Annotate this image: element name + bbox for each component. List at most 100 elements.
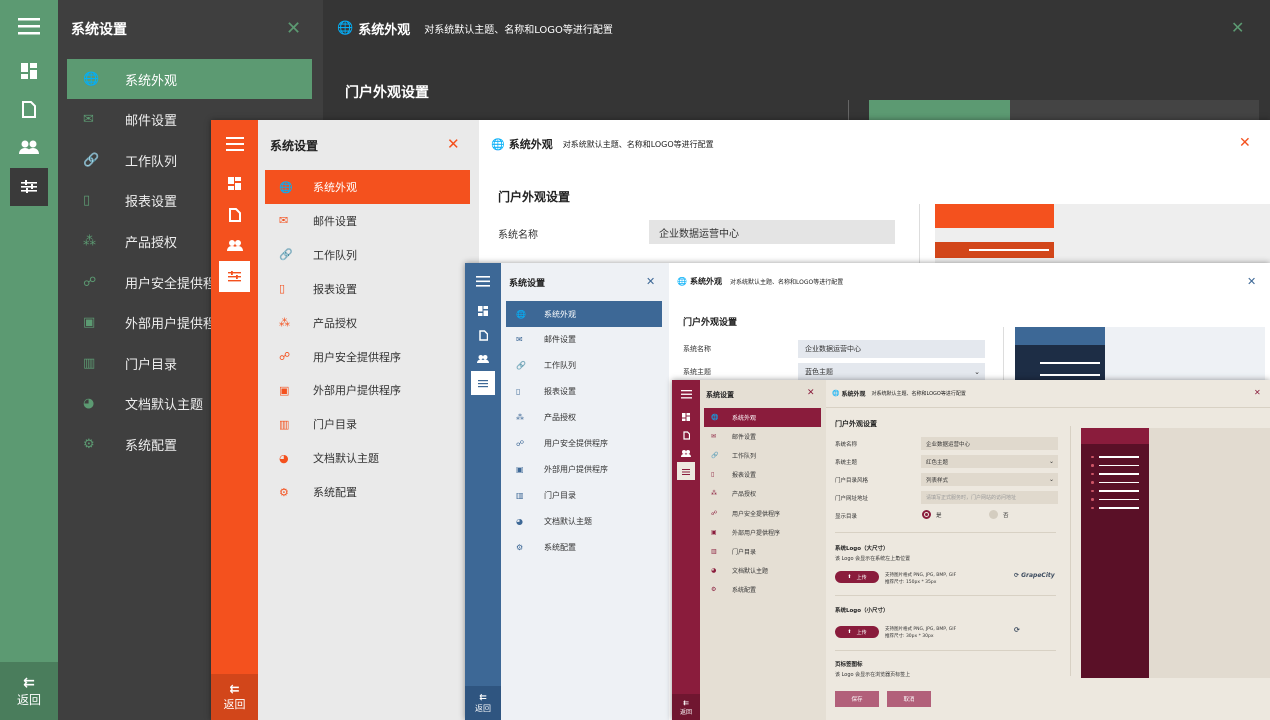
nav-item-5[interactable]: ☍ 用户安全提供程序 (704, 504, 821, 523)
nav-title: 系统设置 (270, 139, 319, 153)
back-label: 返回 (223, 698, 246, 711)
nav-item-5[interactable]: ☍ 用户安全提供程序 (506, 431, 662, 457)
settings-sliders-icon[interactable] (219, 261, 250, 292)
users-icon[interactable] (672, 444, 700, 462)
back-button[interactable]: ⇇ 返回 (0, 662, 58, 720)
nav-item-6[interactable]: ▣ 外部用户提供程序 (265, 373, 470, 407)
section-title: 门户外观设置 (345, 85, 429, 101)
radio-no[interactable]: 否 (989, 510, 1009, 519)
close-icon[interactable]: ✕ (646, 275, 655, 288)
nav-item-6[interactable]: ▣ 外部用户提供程序 (704, 523, 821, 542)
menu-style-select[interactable]: 列表样式 ⌄ (921, 473, 1058, 486)
nav-item-1[interactable]: ✉ 邮件设置 (265, 204, 470, 238)
nav-item-1[interactable]: ✉ 邮件设置 (704, 427, 821, 446)
users-icon[interactable] (0, 128, 58, 166)
nav-item-0[interactable]: 🌐 系统外观 (506, 301, 662, 327)
nav-item-4[interactable]: ⁂ 产品授权 (506, 405, 662, 431)
dashboard-icon[interactable] (672, 408, 700, 426)
preview-menu-line (1099, 507, 1139, 509)
document-icon[interactable] (465, 323, 501, 347)
menu-icon[interactable] (672, 380, 700, 408)
upload-button[interactable]: ⬆ 上传 (835, 571, 879, 583)
nav-item-9[interactable]: ⚙ 系统配置 (265, 475, 470, 509)
nav-item-0[interactable]: 🌐 系统外观 (265, 170, 470, 204)
dashboard-icon[interactable] (211, 168, 258, 199)
menu-icon[interactable] (0, 0, 58, 52)
close-icon[interactable]: ✕ (1254, 388, 1261, 397)
name-input[interactable]: 企业数据运营中心 (798, 340, 985, 358)
settings-sliders-icon[interactable] (471, 371, 495, 395)
nav-item-7[interactable]: ▥ 门户目录 (265, 407, 470, 441)
theme-select[interactable]: 红色主题 ⌄ (921, 455, 1058, 468)
document-icon[interactable] (211, 199, 258, 230)
nav-item-4[interactable]: ⁂ 产品授权 (704, 484, 821, 503)
nav-item-2[interactable]: 🔗 工作队列 (265, 238, 470, 272)
nav-item-1[interactable]: ✉ 邮件设置 (506, 327, 662, 353)
close-icon[interactable]: ✕ (1239, 135, 1251, 151)
nav-item-3[interactable]: ▯ 报表设置 (265, 272, 470, 306)
nav-item-label: 系统配置 (313, 486, 357, 500)
radio-yes[interactable]: 是 (922, 510, 942, 519)
save-button[interactable]: 保存 (835, 691, 879, 707)
external-user-icon: ▣ (83, 315, 96, 331)
nav-item-8[interactable]: ◕ 文档默认主题 (506, 508, 662, 534)
users-icon[interactable] (211, 230, 258, 261)
cancel-button[interactable]: 取消 (887, 691, 931, 707)
name-input[interactable]: 企业数据运营中心 (921, 437, 1058, 450)
back-button[interactable]: ⇇ 返回 (211, 674, 258, 720)
settings-sliders-icon[interactable] (10, 168, 48, 206)
back-button[interactable]: ⇇ 返回 (672, 694, 700, 720)
menu-icon[interactable] (211, 120, 258, 168)
nav-item-0[interactable]: 🌐 系统外观 (704, 408, 821, 427)
nav-item-label: 外部用户提供程序 (313, 384, 401, 398)
nav-item-2[interactable]: 🔗 工作队列 (704, 446, 821, 465)
upload-button[interactable]: ⬆ 上传 (835, 626, 879, 638)
close-icon[interactable]: ✕ (286, 18, 301, 39)
nav-item-8[interactable]: ◕ 文档默认主题 (265, 441, 470, 475)
close-icon[interactable]: ✕ (807, 388, 815, 398)
nav-item-6[interactable]: ▣ 外部用户提供程序 (506, 456, 662, 482)
nav-item-7[interactable]: ▥ 门户目录 (506, 482, 662, 508)
nav-item-2[interactable]: 🔗 工作队列 (506, 353, 662, 379)
section-title: 门户外观设置 (835, 420, 877, 428)
preview-menu-line (1099, 456, 1139, 458)
nav-item-9[interactable]: ⚙ 系统配置 (704, 580, 821, 599)
cancel-label: 取消 (903, 697, 915, 703)
dashboard-icon[interactable] (465, 299, 501, 323)
logo-large-title: 系统Logo（大尺寸） (835, 546, 889, 552)
users-icon[interactable] (465, 347, 501, 371)
nav-item-label: 工作队列 (732, 453, 757, 461)
nav-item-label: 门户目录 (732, 548, 757, 556)
nav-item-8[interactable]: ◕ 文档默认主题 (704, 561, 821, 580)
nav-item-5[interactable]: ☍ 用户安全提供程序 (265, 340, 470, 374)
globe-icon: 🌐 (83, 71, 100, 87)
license-icon: ⁂ (83, 233, 96, 249)
settings-sliders-icon[interactable] (677, 462, 695, 480)
close-icon[interactable]: ✕ (447, 135, 460, 153)
nav-item-label: 产品授权 (544, 413, 576, 423)
close-icon[interactable]: ✕ (1231, 18, 1244, 37)
dashboard-icon[interactable] (0, 52, 58, 90)
url-input[interactable]: 请填写正式服务时，门户网站的访问地址 (921, 491, 1058, 504)
gear-icon: ⚙ (516, 542, 524, 552)
nav-item-label: 报表设置 (125, 195, 178, 211)
nav-item-9[interactable]: ⚙ 系统配置 (506, 534, 662, 560)
back-button[interactable]: ⇇ 返回 (465, 686, 501, 720)
nav-item-label: 产品授权 (125, 235, 178, 251)
nav-item-4[interactable]: ⁂ 产品授权 (265, 306, 470, 340)
nav-item-3[interactable]: ▯ 报表设置 (704, 465, 821, 484)
document-icon[interactable] (672, 426, 700, 444)
document-icon[interactable] (0, 90, 58, 128)
folder-icon: ▥ (83, 355, 96, 371)
back-arrow-icon: ⇇ (479, 692, 487, 703)
logo-small-hint1: 支持图片格式 PNG, JPG, BMP, GIF (885, 627, 957, 632)
close-icon[interactable]: ✕ (1247, 275, 1256, 288)
name-input[interactable]: 企业数据运营中心 (649, 220, 895, 244)
radio-yes-label: 是 (936, 512, 942, 519)
nav-item-3[interactable]: ▯ 报表设置 (506, 379, 662, 405)
menu-icon[interactable] (465, 263, 501, 299)
theme-select[interactable]: 蓝色主题 ⌄ (798, 363, 985, 381)
nav-item-7[interactable]: ▥ 门户目录 (704, 542, 821, 561)
nav-item-0[interactable]: 🌐 系统外观 (67, 59, 312, 99)
palette-icon: ◕ (711, 566, 717, 574)
